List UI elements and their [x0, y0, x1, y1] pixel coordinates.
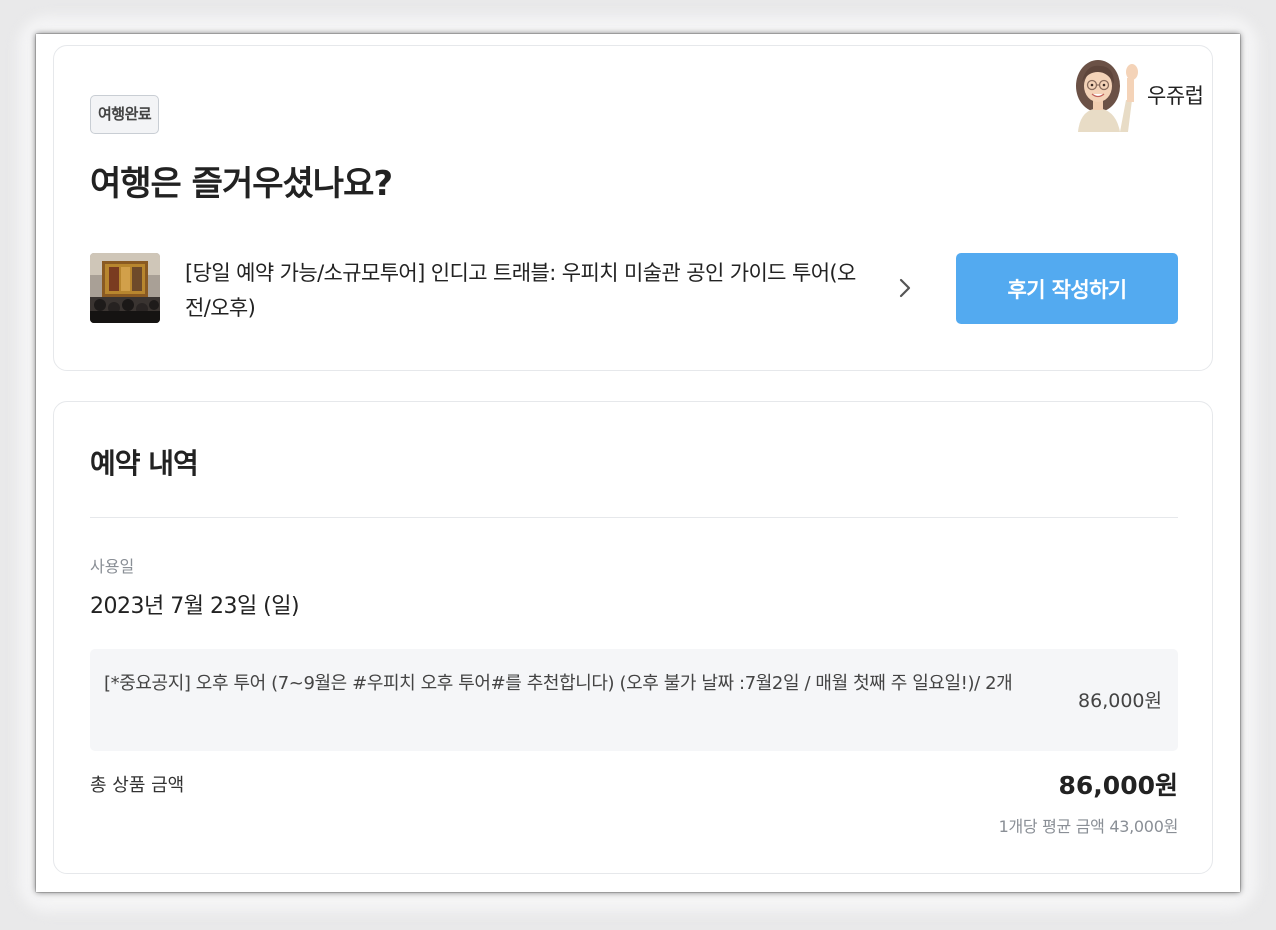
status-badge: 여행완료 [90, 95, 160, 134]
product-row: [당일 예약 가능/소규모투어] 인디고 트래블: 우피치 미술관 공인 가이드… [90, 253, 1178, 325]
option-item: [*중요공지] 오후 투어 (7~9월은 #우피치 오후 투어#를 추천합니다)… [90, 649, 1178, 751]
product-thumbnail[interactable] [90, 253, 160, 323]
watermark-label: 우쥬럽 [1147, 84, 1204, 108]
product-title[interactable]: [당일 예약 가능/소규모투어] 인디고 트래블: 우피치 미술관 공인 가이드… [185, 256, 865, 326]
option-description: [*중요공지] 오후 투어 (7~9월은 #우피치 오후 투어#를 추천합니다)… [104, 673, 1013, 694]
watermark: 우쥬럽 [1070, 52, 1210, 132]
total-price-value: 86,000원 [1058, 771, 1178, 800]
booking-details-card: 예약 내역 사용일 2023년 7월 23일 (일) [*중요공지] 오후 투어… [53, 401, 1213, 874]
average-price: 1개당 평균 금액 43,000원 [998, 817, 1179, 836]
page-title: 여행은 즐거우셨나요? [90, 164, 393, 204]
usage-date-label: 사용일 [90, 557, 135, 576]
divider [90, 517, 1178, 518]
section-title: 예약 내역 [90, 447, 199, 480]
total-price-label: 총 상품 금액 [90, 775, 185, 796]
usage-date-value: 2023년 7월 23일 (일) [90, 594, 300, 619]
write-review-button[interactable]: 후기 작성하기 [956, 253, 1178, 324]
trip-complete-card: 여행완료 여행은 즐거우셨나요? 우쥬럽 [당일 예약 가능/소규모투어] 인디… [53, 45, 1213, 371]
booking-detail-page: 여행완료 여행은 즐거우셨나요? 우쥬럽 [당일 예약 가능/소규모투어] 인디… [36, 34, 1240, 892]
chevron-right-icon[interactable] [890, 273, 920, 303]
option-price: 86,000원 [1078, 690, 1162, 712]
avatar-icon [1076, 60, 1138, 132]
museum-painting-thumbnail-icon [90, 253, 160, 323]
